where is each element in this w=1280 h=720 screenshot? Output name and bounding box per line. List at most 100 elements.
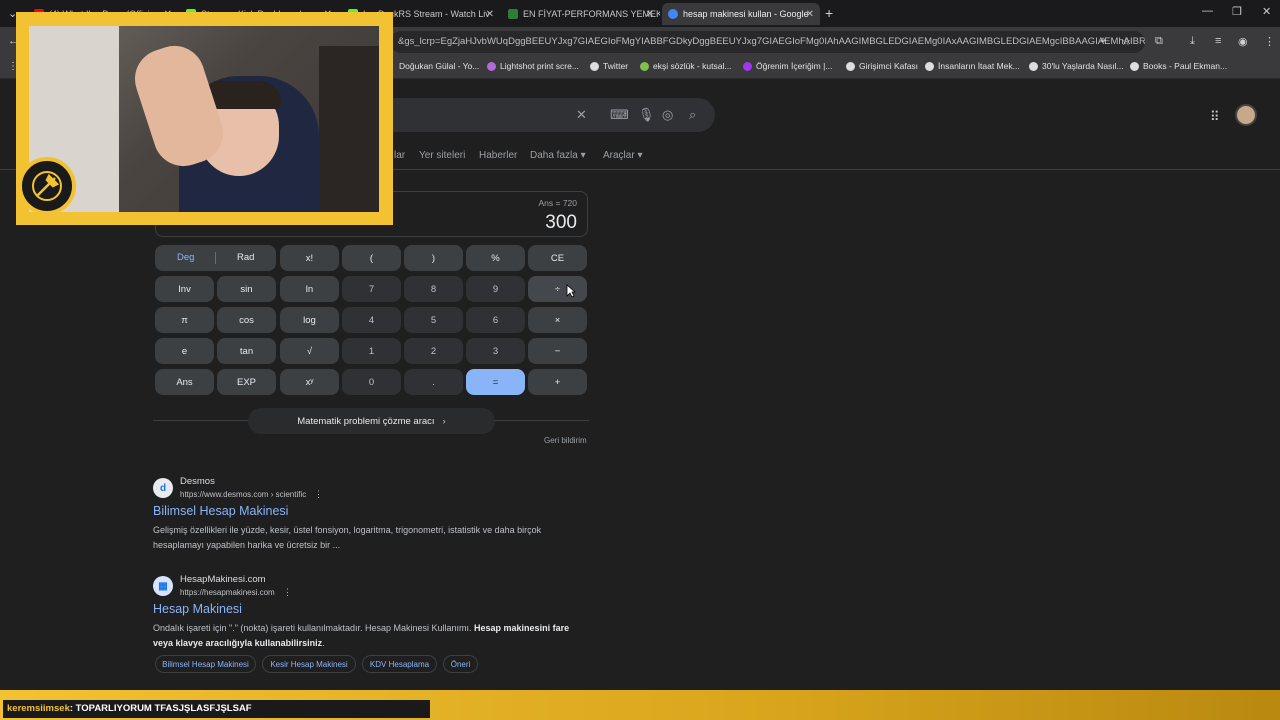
cos-button[interactable]: cos	[217, 307, 276, 333]
equals-button[interactable]: =	[466, 369, 525, 395]
axe-emblem-icon	[32, 171, 62, 201]
digit-9-button[interactable]: 9	[466, 276, 525, 302]
bookmark-twitter[interactable]: Twitter	[590, 61, 628, 71]
webcam-overlay	[16, 12, 393, 225]
globe-icon	[846, 61, 855, 71]
result-title-link[interactable]: Hesap Makinesi	[153, 602, 242, 616]
menu-icon[interactable]: ⋮	[1264, 35, 1275, 48]
digit-6-button[interactable]: 6	[466, 307, 525, 333]
power-button[interactable]: xʸ	[280, 369, 339, 395]
keyboard-icon[interactable]: ⌨	[610, 107, 629, 123]
digit-3-button[interactable]: 3	[466, 338, 525, 364]
download-icon[interactable]: ⤓	[1190, 35, 1195, 48]
exp-button[interactable]: EXP	[217, 369, 276, 395]
inverse-button[interactable]: Inv	[155, 276, 214, 302]
globe-icon	[1029, 61, 1038, 71]
desmos-icon: d	[153, 478, 173, 498]
more-options-icon[interactable]: ⋮	[314, 489, 323, 500]
close-paren-button[interactable]: )	[404, 245, 463, 271]
nav-tab-partial[interactable]: lar	[394, 150, 405, 161]
ln-button[interactable]: ln	[280, 276, 339, 302]
nav-tab-news[interactable]: Haberler	[479, 150, 517, 161]
digit-1-button[interactable]: 1	[342, 338, 401, 364]
new-tab-icon[interactable]: +	[825, 5, 833, 21]
maximize-icon[interactable]: ❐	[1232, 5, 1242, 18]
digit-2-button[interactable]: 2	[404, 338, 463, 364]
chip-kesir[interactable]: Kesir Hesap Makinesi	[262, 655, 356, 673]
google-apps-icon[interactable]: ⠿	[1210, 109, 1220, 125]
result-url[interactable]: https://www.desmos.com › scientific	[180, 490, 306, 499]
bookmark-eksi[interactable]: ekşi sözlük - kutsal...	[640, 61, 731, 71]
add-button[interactable]: +	[528, 369, 587, 395]
chat-message: keremsiimsek: TOPARLIYORUM TFASJŞLASFJŞL…	[3, 700, 430, 718]
result-snippet: Gelişmiş özellikleri ile yüzde, kesir, ü…	[153, 523, 593, 553]
feedback-link[interactable]: Geri bildirim	[544, 436, 587, 445]
log-button[interactable]: log	[280, 307, 339, 333]
chip-bilimsel[interactable]: Bilimsel Hesap Makinesi	[155, 655, 256, 673]
address-bar[interactable]: &gs_lcrp=EgZjaHJvbWUqDggBEEUYJxg7GIAEGIo…	[390, 31, 1145, 53]
minimize-icon[interactable]: —	[1202, 5, 1213, 17]
bookmark-30lu[interactable]: 30'lu Yaşlarda Nasıl...	[1029, 61, 1124, 71]
bookmark-label: Twitter	[603, 61, 629, 71]
chip-kdv[interactable]: KDV Hesaplama	[362, 655, 437, 673]
sqrt-button[interactable]: √	[280, 338, 339, 364]
deg-button[interactable]: Deg	[177, 252, 194, 263]
digit-0-button[interactable]: 0	[342, 369, 401, 395]
chip-oneri[interactable]: Öneri	[443, 655, 478, 673]
nav-tab-places[interactable]: Yer siteleri	[419, 150, 465, 161]
more-options-icon[interactable]: ⋮	[283, 587, 292, 598]
subtract-button[interactable]: −	[528, 338, 587, 364]
extensions-icon[interactable]: ⧉	[1155, 35, 1163, 48]
math-solver-button[interactable]: Matematik problemi çözme aracı ›	[248, 408, 495, 434]
digit-4-button[interactable]: 4	[342, 307, 401, 333]
bookmark-ogrenim[interactable]: Öğrenim İçeriğim |...	[743, 61, 832, 71]
lens-icon[interactable]: ◎	[662, 107, 673, 123]
divide-button[interactable]: ÷	[528, 276, 587, 302]
nav-tab-tools[interactable]: Araçlar ▾	[603, 150, 643, 161]
bookmark-girisimci[interactable]: Girişimci Kafası	[846, 61, 918, 71]
sin-button[interactable]: sin	[217, 276, 276, 302]
feather-icon	[487, 61, 496, 71]
search-icon[interactable]: ⌕	[689, 107, 696, 123]
percent-button[interactable]: %	[466, 245, 525, 271]
result-site-name[interactable]: Desmos	[180, 476, 215, 487]
close-icon[interactable]: ✕	[486, 9, 494, 20]
euler-button[interactable]: e	[155, 338, 214, 364]
avatar[interactable]	[1235, 104, 1257, 126]
multiply-button[interactable]: ×	[528, 307, 587, 333]
result-site-name[interactable]: HesapMakinesi.com	[180, 574, 266, 585]
tan-button[interactable]: tan	[217, 338, 276, 364]
digit-5-button[interactable]: 5	[404, 307, 463, 333]
window-close-icon[interactable]: ✕	[1262, 5, 1271, 18]
bookmark-books[interactable]: Books - Paul Ekman...	[1130, 61, 1227, 71]
close-icon[interactable]: ✕	[646, 9, 654, 20]
digit-8-button[interactable]: 8	[404, 276, 463, 302]
decimal-button[interactable]: .	[404, 369, 463, 395]
nav-tab-more[interactable]: Daha fazla ▾	[530, 150, 586, 161]
result-url[interactable]: https://hesapmakinesi.com	[180, 588, 275, 597]
address-url: &gs_lcrp=EgZjaHJvbWUqDggBEEUYJxg7GIAEGIo…	[398, 36, 1145, 47]
udemy-icon	[743, 61, 752, 71]
clear-entry-button[interactable]: CE	[528, 245, 587, 271]
bookmark-star-icon[interactable]: ☆	[1121, 35, 1131, 48]
mic-icon[interactable]: 🎙	[638, 107, 655, 123]
digit-7-button[interactable]: 7	[342, 276, 401, 302]
clear-icon[interactable]: ✕	[576, 107, 587, 123]
factorial-button[interactable]: x!	[280, 245, 339, 271]
close-icon[interactable]: ✕	[806, 9, 814, 20]
location-icon[interactable]: ⌖	[1100, 35, 1106, 48]
open-paren-button[interactable]: (	[342, 245, 401, 271]
profile-icon[interactable]: ◉	[1238, 35, 1248, 48]
snippet-line: Gelişmiş özellikleri ile yüzde, kesir, ü…	[153, 525, 542, 535]
tab-google-search[interactable]: hesap makinesi kullan - Google ✕	[662, 3, 820, 25]
tab-fiyat-performans[interactable]: EN FİYAT-PERFORMANS YEMEK ✕	[502, 3, 660, 25]
result-title-link[interactable]: Bilimsel Hesap Makinesi	[153, 504, 288, 518]
bookmark-itaat[interactable]: İnsanların İtaat Mek...	[925, 61, 1020, 71]
media-icon[interactable]: ≡	[1215, 35, 1221, 47]
nav-more-label: Daha fazla	[530, 150, 578, 161]
ans-button[interactable]: Ans	[155, 369, 214, 395]
rad-button[interactable]: Rad	[237, 252, 254, 263]
bookmark-dogukan[interactable]: Doğukan Gülal - Yo...	[399, 61, 479, 71]
bookmark-lightshot[interactable]: Lightshot print scre...	[487, 61, 579, 71]
pi-button[interactable]: π	[155, 307, 214, 333]
